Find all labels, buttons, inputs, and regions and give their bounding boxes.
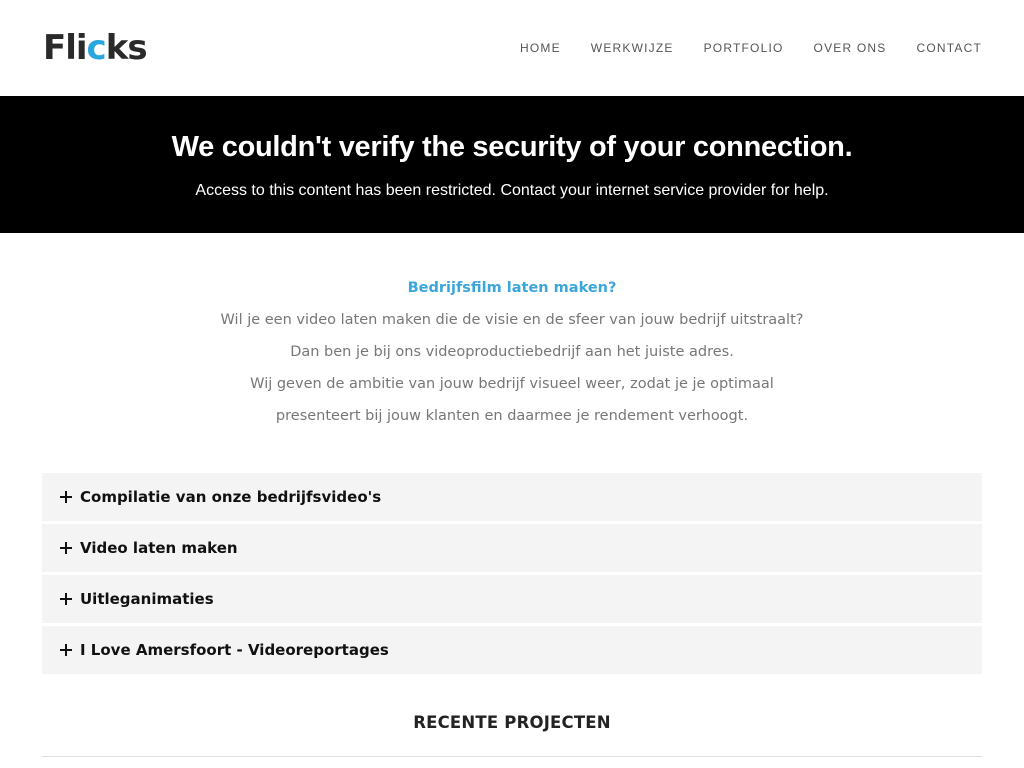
intro-line: Dan ben je bij ons videoproductiebedrijf… bbox=[290, 344, 734, 360]
banner-subtitle: Access to this content has been restrict… bbox=[195, 182, 829, 199]
logo-text-accent: c bbox=[86, 28, 107, 68]
plus-icon bbox=[60, 491, 72, 503]
intro-line: presenteert bij jouw klanten en daarmee … bbox=[275, 408, 749, 424]
main-nav: HOME WERKWIJZE PORTFOLIO OVER ONS CONTAC… bbox=[490, 40, 982, 56]
accordion-item-compilatie[interactable]: Compilatie van onze bedrijfsvideo's bbox=[42, 473, 982, 521]
security-banner: We couldn't verify the security of your … bbox=[0, 96, 1024, 233]
accordion-item-uitleganimaties[interactable]: Uitleganimaties bbox=[42, 575, 982, 623]
nav-home[interactable]: HOME bbox=[520, 40, 561, 56]
section-divider bbox=[42, 756, 982, 757]
logo-text-part1: Fli bbox=[43, 28, 88, 68]
nav-contact[interactable]: CONTACT bbox=[916, 40, 982, 56]
nav-portfolio[interactable]: PORTFOLIO bbox=[704, 40, 784, 56]
accordion: Compilatie van onze bedrijfsvideo's Vide… bbox=[42, 473, 982, 677]
accordion-label: I Love Amersfoort - Videoreportages bbox=[80, 641, 389, 659]
flicks-logo[interactable]: Fli c ks bbox=[43, 28, 148, 68]
plus-icon bbox=[60, 593, 72, 605]
plus-icon bbox=[60, 542, 72, 554]
accordion-label: Compilatie van onze bedrijfsvideo's bbox=[80, 488, 382, 506]
banner-title: We couldn't verify the security of your … bbox=[171, 131, 853, 163]
intro-section: Bedrijfsfilm laten maken? Wil je een vid… bbox=[0, 278, 1024, 432]
intro-lead: Bedrijfsfilm laten maken? bbox=[407, 280, 617, 296]
accordion-item-i-love-amersfoort[interactable]: I Love Amersfoort - Videoreportages bbox=[42, 626, 982, 674]
intro-line: Wil je een video laten maken die de visi… bbox=[220, 312, 804, 328]
accordion-label: Video laten maken bbox=[80, 539, 238, 557]
accordion-item-video-laten-maken[interactable]: Video laten maken bbox=[42, 524, 982, 572]
nav-over-ons[interactable]: OVER ONS bbox=[814, 40, 887, 56]
logo-text-part3: ks bbox=[105, 28, 148, 68]
accordion-label: Uitleganimaties bbox=[80, 590, 214, 608]
intro-line: Wij geven de ambitie van jouw bedrijf vi… bbox=[250, 376, 774, 392]
nav-werkwijze[interactable]: WERKWIJZE bbox=[591, 40, 674, 56]
site-header: Fli c ks HOME WERKWIJZE PORTFOLIO OVER ONS… bbox=[0, 0, 1024, 96]
recent-projects-heading: RECENTE PROJECTEN bbox=[413, 713, 611, 732]
plus-icon bbox=[60, 644, 72, 656]
